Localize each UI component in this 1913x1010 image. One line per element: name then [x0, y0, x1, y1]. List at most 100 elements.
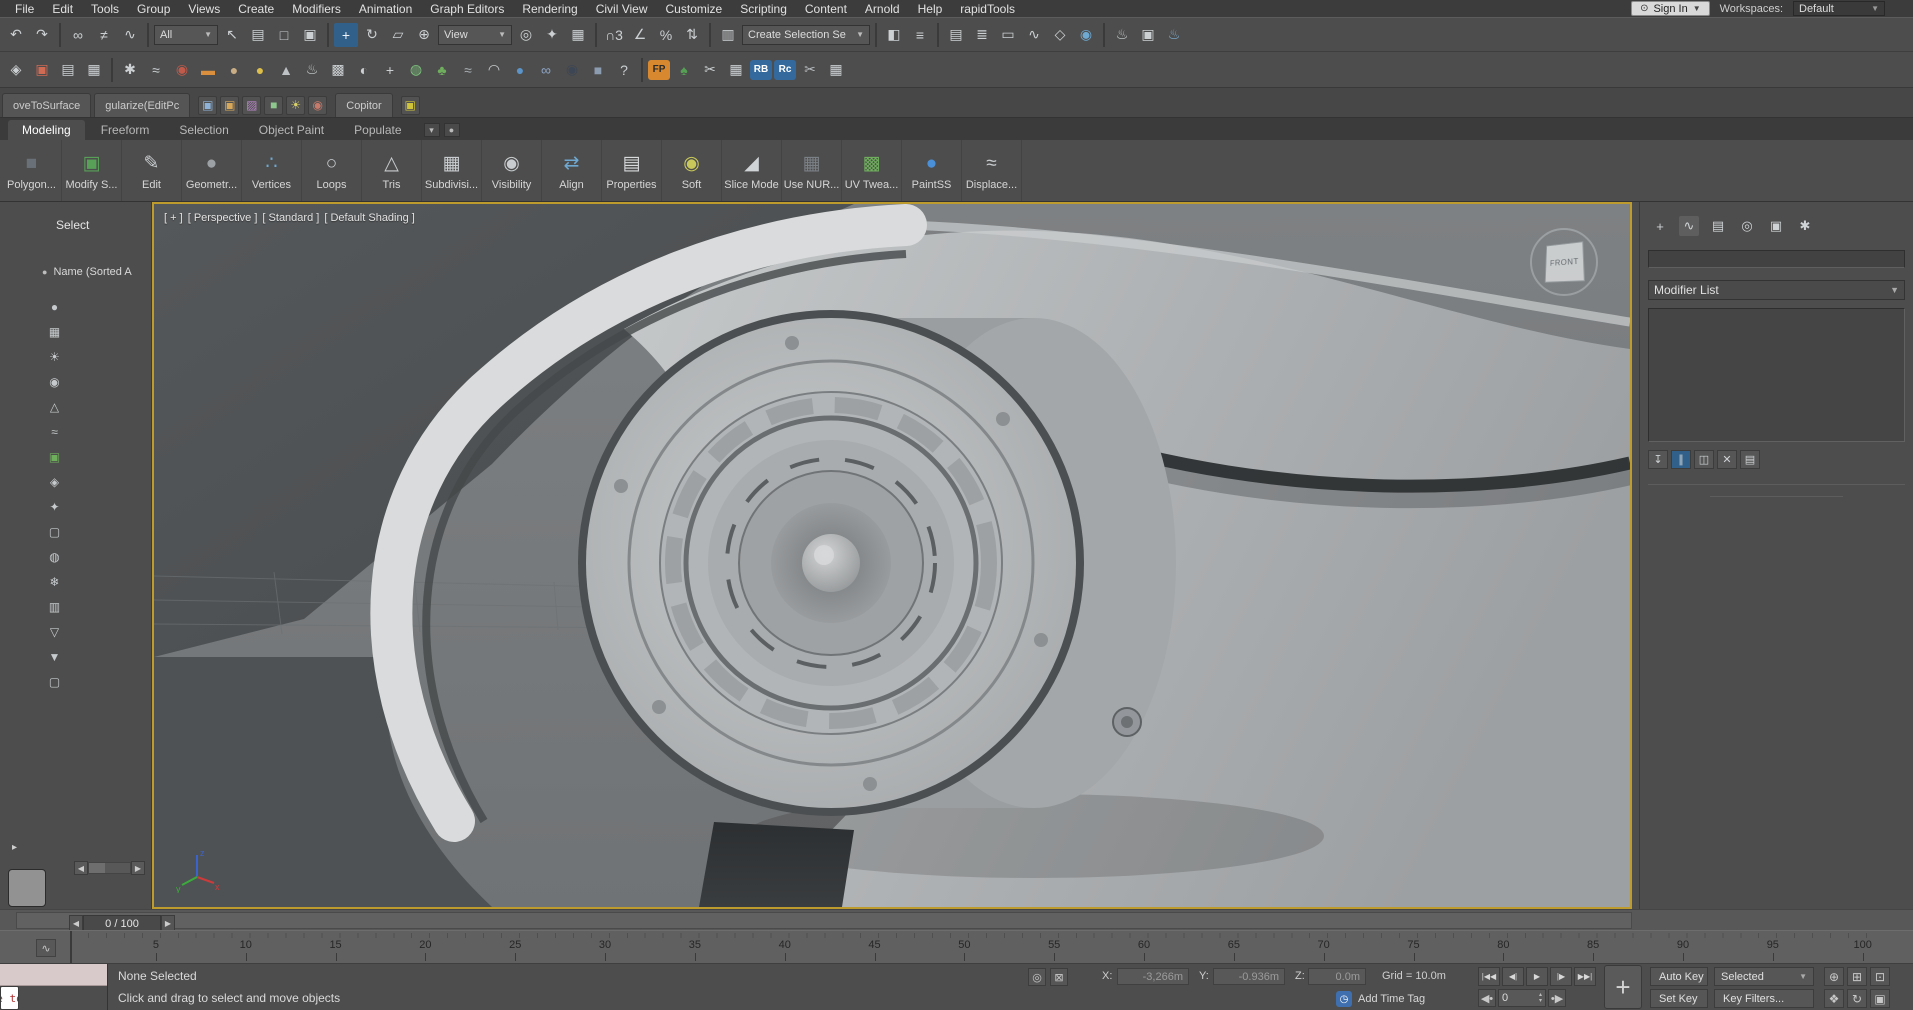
scene-explorer-select-menu[interactable]: Select: [56, 218, 89, 232]
add-key-button[interactable]: +: [1604, 965, 1642, 1009]
motion-tab[interactable]: ◎: [1737, 216, 1757, 236]
display-xrefs-icon[interactable]: ◈: [46, 473, 63, 490]
cone-shape-icon[interactable]: ▲: [274, 58, 298, 82]
scissors-icon[interactable]: ✂: [698, 58, 722, 82]
modifier-list-dropdown[interactable]: Modifier List ▼: [1648, 280, 1905, 300]
scrollbar-track[interactable]: [88, 862, 131, 874]
unlink-selection-icon[interactable]: ≠: [92, 23, 116, 47]
rectangle-shape-icon[interactable]: ▬: [196, 58, 220, 82]
light-tool-icon[interactable]: ☀: [286, 95, 306, 115]
tab-movetosurface[interactable]: oveToSurface: [2, 93, 92, 117]
spinner-snap-icon[interactable]: ⇅: [680, 23, 704, 47]
create-tab[interactable]: +: [1650, 216, 1670, 236]
menu-item[interactable]: Customize: [657, 2, 732, 16]
ribbon-button-polygon[interactable]: ■ Polygon...: [2, 140, 62, 201]
camera-tool-icon[interactable]: ◉: [308, 95, 328, 115]
menu-item[interactable]: Modifiers: [283, 2, 350, 16]
select-and-place-icon[interactable]: ⊕: [412, 23, 436, 47]
display-frozen-icon[interactable]: ❄: [46, 573, 63, 590]
x-coordinate-field[interactable]: -3,266m: [1117, 968, 1189, 985]
rendered-3d-model[interactable]: [154, 204, 1630, 907]
orbit-icon[interactable]: ↻: [1847, 989, 1867, 1008]
modifier-stack[interactable]: [1648, 308, 1905, 442]
snaps-toggle-icon[interactable]: ∩3: [602, 23, 626, 47]
sphere-shape-icon[interactable]: ●: [222, 58, 246, 82]
ribbon-button-properties[interactable]: ▤ Properties: [602, 140, 662, 201]
pan-hand-icon[interactable]: ❖: [1824, 989, 1844, 1008]
viewport-renderer-menu[interactable]: [ Standard ]: [262, 212, 319, 224]
help-icon[interactable]: ?: [612, 58, 636, 82]
cutter-icon[interactable]: ✂: [798, 58, 822, 82]
rectangular-selection-region-icon[interactable]: □: [272, 23, 296, 47]
paste-tool-icon[interactable]: ▣: [220, 95, 240, 115]
ribbon-button-visibility[interactable]: ◉ Visibility: [482, 140, 542, 201]
plant-icon[interactable]: ♣: [430, 58, 454, 82]
ribbon-button-align[interactable]: ⇄ Align: [542, 140, 602, 201]
material-editor-icon[interactable]: ◉: [1074, 23, 1098, 47]
display-bones-icon[interactable]: ✦: [46, 498, 63, 515]
ribbon-button-loops[interactable]: ○ Loops: [302, 140, 362, 201]
viewcube-front-face[interactable]: FRONT: [1544, 241, 1585, 283]
display-lights-icon[interactable]: ☀: [46, 348, 63, 365]
camera-icon[interactable]: ◉: [170, 58, 194, 82]
snapshot-icon[interactable]: ◈: [4, 58, 28, 82]
select-and-manipulate-icon[interactable]: ✦: [540, 23, 564, 47]
selection-lock-icon[interactable]: ⊠: [1050, 968, 1068, 986]
pin-explorer-icon[interactable]: ▢: [46, 673, 63, 690]
edit-named-selection-sets-icon[interactable]: ▥: [716, 23, 740, 47]
ribbon-tab[interactable]: Selection: [165, 120, 242, 140]
railclone-badge[interactable]: RB: [750, 59, 772, 80]
time-slider-track[interactable]: ◀ 0 / 100 ▶: [16, 912, 1632, 932]
layer-explorer-toggle-icon[interactable]: ≣: [970, 23, 994, 47]
isolate-selection-icon[interactable]: ◎: [1028, 968, 1046, 986]
modify-tab[interactable]: ∿: [1679, 216, 1699, 236]
display-cameras-icon[interactable]: ◉: [46, 373, 63, 390]
uv-grid-icon[interactable]: ▦: [724, 58, 748, 82]
mirror-icon[interactable]: ◧: [882, 23, 906, 47]
viewport-pov-menu[interactable]: [ Perspective ]: [188, 212, 258, 224]
scroll-left-icon[interactable]: ◀: [74, 861, 88, 875]
grid-array-icon[interactable]: ▤: [56, 58, 80, 82]
display-groups-icon[interactable]: ▣: [46, 448, 63, 465]
select-and-link-icon[interactable]: ∞: [66, 23, 90, 47]
display-hidden-icon[interactable]: ▥: [46, 598, 63, 615]
ribbon-toggle-icon[interactable]: ▭: [996, 23, 1020, 47]
ribbon-button-displace[interactable]: ≈ Displace...: [962, 140, 1022, 201]
viewport-layout-tab[interactable]: [8, 869, 46, 907]
ribbon-button-use-nurms[interactable]: ▦ Use NUR...: [782, 140, 842, 201]
menu-item[interactable]: Edit: [43, 2, 82, 16]
play-button[interactable]: ▶: [1526, 967, 1548, 986]
schematic-view-icon[interactable]: ◇: [1048, 23, 1072, 47]
menu-item[interactable]: Group: [128, 2, 179, 16]
listener-line[interactable]: "Time to sol: [0, 986, 19, 1010]
particles-icon[interactable]: ≈: [144, 58, 168, 82]
macro-recorder-line[interactable]: [0, 964, 107, 986]
axis-gizmo-icon[interactable]: +: [378, 58, 402, 82]
maximize-viewport-icon[interactable]: ▣: [1870, 989, 1890, 1008]
render-production-icon[interactable]: ♨: [1162, 23, 1186, 47]
display-containers-icon[interactable]: ▢: [46, 523, 63, 540]
selection-filter-dropdown[interactable]: All ▼: [154, 24, 218, 45]
next-key-icon[interactable]: •▶: [1548, 989, 1566, 1007]
tab-copitor[interactable]: Copitor: [335, 93, 393, 117]
select-and-rotate-icon[interactable]: ↻: [360, 23, 384, 47]
perspective-viewport[interactable]: [ + ] [ Perspective ] [ Standard ] [ Def…: [152, 202, 1632, 909]
menu-item[interactable]: Civil View: [587, 2, 657, 16]
cube-icon[interactable]: ■: [586, 58, 610, 82]
scene-explorer-toggle-icon[interactable]: ▤: [944, 23, 968, 47]
textool-icon[interactable]: ▣: [400, 95, 420, 115]
previous-frame-button[interactable]: ◀|: [1502, 967, 1524, 986]
teapot-icon[interactable]: ♨: [300, 58, 324, 82]
forest-pack-badge[interactable]: FP: [648, 59, 670, 80]
scroll-right-icon[interactable]: ▶: [131, 861, 145, 875]
display-helpers-icon[interactable]: △: [46, 398, 63, 415]
ribbon-tab[interactable]: Freeform: [87, 120, 164, 140]
ribbon-button-subdivision[interactable]: ▦ Subdivisi...: [422, 140, 482, 201]
key-set-dropdown[interactable]: Selected ▼: [1714, 967, 1814, 986]
window-crossing-icon[interactable]: ▣: [298, 23, 322, 47]
zoom-icon[interactable]: ⊕: [1824, 967, 1844, 986]
workspace-dropdown[interactable]: Default ▼: [1793, 1, 1885, 16]
keyboard-override-icon[interactable]: ▦: [566, 23, 590, 47]
viewcube[interactable]: FRONT: [1530, 228, 1598, 296]
key-filters-button[interactable]: Key Filters...: [1714, 989, 1814, 1008]
